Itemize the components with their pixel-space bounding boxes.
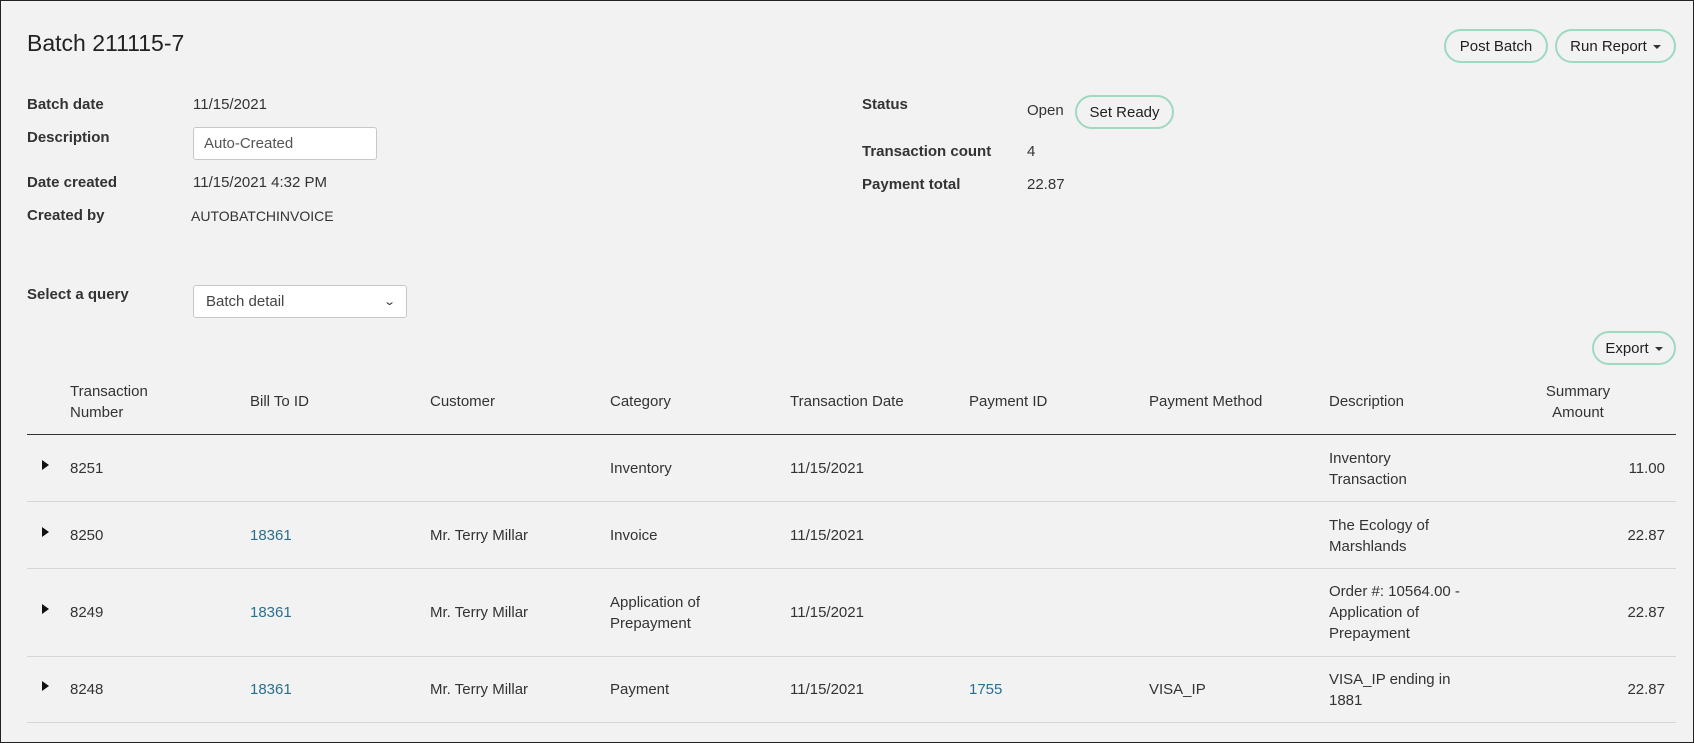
status-value: Open	[1027, 102, 1064, 119]
row-category: Inventory	[610, 460, 672, 477]
set-ready-label: Set Ready	[1089, 103, 1160, 121]
description-label: Description	[27, 129, 110, 146]
run-report-label: Run Report	[1570, 37, 1647, 55]
column-header-category[interactable]: Category	[610, 391, 671, 412]
row-category: Application of Prepayment	[610, 594, 701, 632]
row-summary-amount: 22.87	[1627, 681, 1665, 698]
batch-page: Batch 211115-7 Post Batch Run Report Bat…	[0, 0, 1694, 743]
row-summary-amount: 22.87	[1627, 604, 1665, 621]
payment-total-value: 22.87	[1027, 176, 1065, 193]
row-transaction-date: 11/15/2021	[790, 460, 864, 477]
row-bill-to-link[interactable]: 18361	[250, 525, 292, 546]
table-header-divider	[27, 434, 1676, 435]
expand-row-icon[interactable]	[42, 527, 49, 537]
query-selected-value: Batch detail	[206, 293, 285, 310]
transaction-count-value: 4	[1027, 143, 1036, 160]
row-summary-amount: 22.87	[1627, 527, 1665, 544]
query-select[interactable]: Batch detail ⌄	[193, 285, 407, 318]
caret-down-icon	[1654, 347, 1663, 351]
payment-total-label: Payment total	[862, 176, 961, 193]
created-by-value: AUTOBATCHINVOICE	[191, 208, 334, 224]
row-category: Invoice	[610, 527, 658, 544]
row-transaction-date: 11/15/2021	[790, 527, 864, 544]
row-payment-id-link[interactable]: 1755	[969, 679, 1002, 700]
post-batch-label: Post Batch	[1459, 37, 1533, 55]
set-ready-button[interactable]: Set Ready	[1075, 95, 1174, 129]
post-batch-button[interactable]: Post Batch	[1444, 29, 1548, 63]
created-by-label: Created by	[27, 207, 105, 224]
expand-row-icon[interactable]	[42, 681, 49, 691]
column-header-transaction-number[interactable]: Transaction Number	[70, 381, 148, 423]
row-divider	[27, 656, 1676, 657]
expand-row-icon[interactable]	[42, 604, 49, 614]
page-title: Batch 211115-7	[27, 30, 185, 56]
row-category: Payment	[610, 681, 670, 698]
caret-down-icon	[1652, 45, 1661, 49]
date-created-value: 11/15/2021 4:32 PM	[193, 174, 327, 191]
column-header-description[interactable]: Description	[1329, 391, 1404, 412]
row-transaction-date: 11/15/2021	[790, 681, 864, 698]
row-divider	[27, 722, 1676, 723]
row-transaction-number: 8248	[70, 681, 104, 698]
column-header-bill-to-id[interactable]: Bill To ID	[250, 391, 309, 412]
row-description: The Ecology of Marshlands	[1329, 517, 1430, 555]
row-customer: Mr. Terry Millar	[430, 604, 529, 621]
date-created-label: Date created	[27, 174, 118, 191]
batch-date-value: 11/15/2021	[193, 96, 267, 113]
export-button[interactable]: Export	[1592, 331, 1676, 365]
description-input[interactable]: Auto-Created	[193, 127, 377, 160]
row-transaction-date: 11/15/2021	[790, 604, 864, 621]
export-label: Export	[1605, 339, 1649, 357]
column-header-summary-amount[interactable]: Summary Amount	[1521, 381, 1635, 423]
row-summary-amount: 11.00	[1628, 460, 1665, 477]
expand-row-icon[interactable]	[42, 460, 49, 470]
row-transaction-number: 8250	[70, 527, 104, 544]
batch-date-label: Batch date	[27, 96, 104, 113]
column-header-transaction-date[interactable]: Transaction Date	[790, 391, 904, 412]
row-payment-method: VISA_IP	[1149, 681, 1206, 698]
column-header-payment-method[interactable]: Payment Method	[1149, 391, 1262, 412]
chevron-down-icon: ⌄	[382, 296, 396, 308]
status-label: Status	[862, 96, 908, 113]
row-transaction-number: 8249	[70, 604, 104, 621]
row-description: VISA_IP ending in 1881	[1329, 671, 1451, 709]
transaction-count-label: Transaction count	[862, 143, 992, 160]
query-label: Select a query	[27, 286, 129, 303]
row-description: Inventory Transaction	[1329, 450, 1407, 488]
row-bill-to-link[interactable]: 18361	[250, 602, 292, 623]
row-customer: Mr. Terry Millar	[430, 681, 529, 698]
row-description: Order #: 10564.00 - Application of Prepa…	[1329, 583, 1460, 642]
row-bill-to-link[interactable]: 18361	[250, 679, 292, 700]
row-transaction-number: 8251	[70, 460, 104, 477]
column-header-customer[interactable]: Customer	[430, 391, 495, 412]
run-report-button[interactable]: Run Report	[1555, 29, 1676, 63]
row-divider	[27, 568, 1676, 569]
row-divider	[27, 501, 1676, 502]
column-header-payment-id[interactable]: Payment ID	[969, 391, 1047, 412]
row-customer: Mr. Terry Millar	[430, 527, 529, 544]
